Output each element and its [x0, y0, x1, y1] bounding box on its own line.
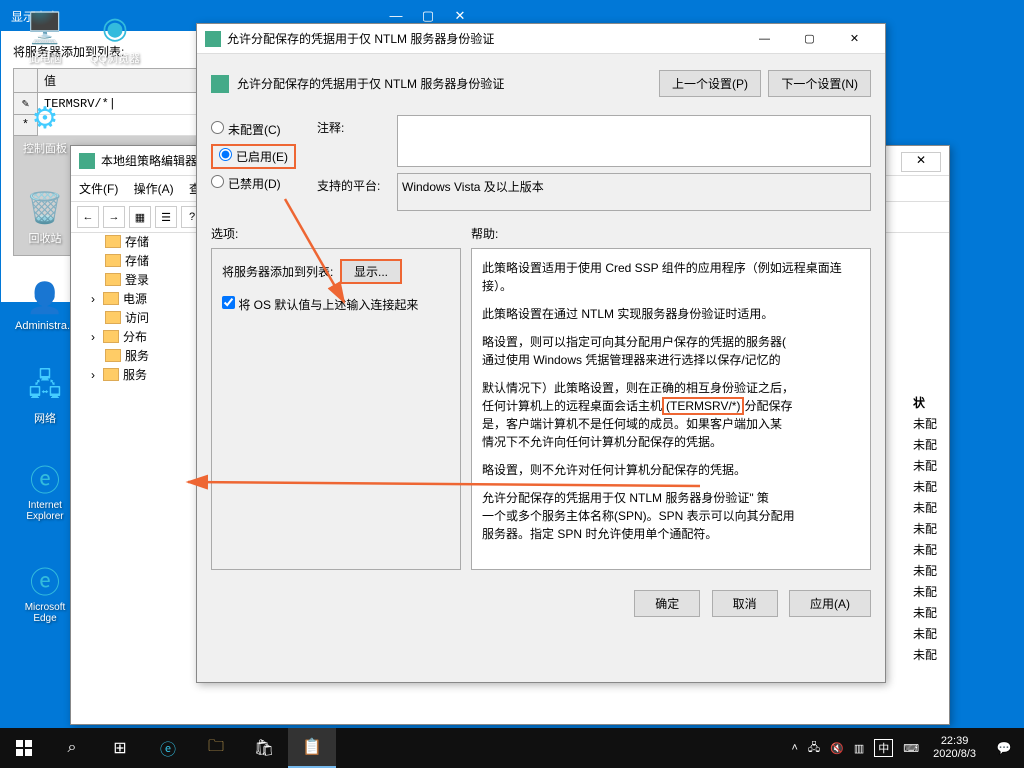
search-button[interactable]: ⌕: [48, 728, 96, 768]
network-icon: 🖧: [25, 368, 65, 408]
row-header: [14, 69, 38, 93]
user-icon: 👤: [25, 278, 65, 318]
termsrv-highlight: (TERMSRV/*): [662, 397, 744, 415]
action-center-button[interactable]: 💬: [984, 728, 1024, 768]
desktop-icon-recycle[interactable]: 🗑️ 回收站: [15, 188, 75, 246]
desktop-icon-network[interactable]: 🖧 网络: [15, 368, 75, 426]
store-taskbar[interactable]: 🛍: [240, 728, 288, 768]
policy-icon: [211, 75, 229, 93]
volume-tray-icon[interactable]: 🔇: [830, 742, 844, 755]
prev-setting-button[interactable]: 上一个设置(P): [659, 70, 761, 97]
help-label: 帮助:: [471, 225, 871, 242]
close-button[interactable]: ✕: [832, 24, 877, 54]
help-panel[interactable]: 此策略设置适用于使用 Cred SSP 组件的应用程序（例如远程桌面连接）。 此…: [471, 248, 871, 570]
radio-disabled[interactable]: 已禁用(D): [211, 171, 301, 196]
radio-unconfigured[interactable]: 未配置(C): [211, 117, 301, 142]
policy-app-icon: [205, 31, 221, 47]
desktop-icon-admin[interactable]: 👤 Administra...: [15, 278, 75, 332]
ie-icon: ⓔ: [25, 458, 65, 498]
explorer-taskbar[interactable]: 🗀: [192, 728, 240, 768]
close-button[interactable]: ✕: [445, 8, 475, 24]
tb-fwd[interactable]: →: [103, 206, 125, 228]
menu-file[interactable]: 文件(F): [79, 182, 118, 196]
comment-label: 注释:: [317, 115, 397, 167]
options-panel: 将服务器添加到列表: 显示... 将 OS 默认值与上述输入连接起来: [211, 248, 461, 570]
minimize-button[interactable]: —: [742, 24, 787, 54]
gpedit-close[interactable]: ✕: [901, 152, 941, 172]
folder-icon: [103, 292, 119, 305]
maximize-button[interactable]: ▢: [413, 8, 443, 24]
tb-back[interactable]: ←: [77, 206, 99, 228]
folder-icon: [103, 368, 119, 381]
monitor-icon: 🖥️: [25, 8, 65, 48]
cancel-button[interactable]: 取消: [712, 590, 778, 617]
folder-icon: [105, 349, 121, 362]
tb-view[interactable]: ☰: [155, 206, 177, 228]
platform-text: Windows Vista 及以上版本: [397, 173, 871, 211]
folder-icon: [105, 311, 121, 324]
show-button[interactable]: 显示...: [340, 259, 402, 284]
desktop-icon-thispc[interactable]: 🖥️ 此电脑: [15, 8, 75, 66]
apply-button[interactable]: 应用(A): [789, 590, 871, 617]
policy-header: 允许分配保存的凭据用于仅 NTLM 服务器身份验证: [237, 75, 655, 92]
folder-icon: [105, 254, 121, 267]
options-label: 选项:: [211, 225, 461, 242]
taskbar[interactable]: ⌕ ⊞ ⓔ 🗀 🛍 📋 ˄ 🖧 🔇 ▥ 中 ⌨ 22:39 2020/8/3 💬: [0, 728, 1024, 768]
tb-up[interactable]: ▦: [129, 206, 151, 228]
radio-enabled[interactable]: 已启用(E): [211, 144, 296, 169]
desktop-icon-cpanel[interactable]: ⚙ 控制面板: [15, 98, 75, 156]
gpedit-app-icon: [79, 153, 95, 169]
start-button[interactable]: [0, 728, 48, 768]
system-tray[interactable]: ˄ 🖧 🔇 ▥ 中 ⌨: [785, 739, 925, 758]
desktop-icon-ie[interactable]: ⓔ Internet Explorer: [15, 458, 75, 522]
edge-icon: ⓔ: [25, 560, 65, 600]
maximize-button[interactable]: ▢: [787, 24, 832, 54]
network-tray-icon[interactable]: 🖧: [808, 739, 820, 758]
policy-dialog: 允许分配保存的凭据用于仅 NTLM 服务器身份验证 — ▢ ✕ 允许分配保存的凭…: [196, 23, 886, 683]
folder-icon: [103, 330, 119, 343]
recycle-icon: 🗑️: [25, 188, 65, 228]
comment-input[interactable]: [397, 115, 871, 167]
ok-button[interactable]: 确定: [634, 590, 700, 617]
windows-logo-icon: [16, 740, 32, 756]
folder-icon: [105, 235, 121, 248]
edge-taskbar[interactable]: ⓔ: [144, 728, 192, 768]
gpedit-list-right: 状 未配 未配 未配 未配 未配 未配 未配 未配 未配 未配 未配 未配: [913, 392, 943, 665]
minimize-button[interactable]: —: [381, 8, 411, 24]
desktop-icon-qq[interactable]: ◉ QQ浏览器: [85, 8, 145, 66]
browser-icon: ◉: [95, 8, 135, 48]
monitor-tray-icon[interactable]: ▥: [854, 742, 864, 755]
taskview-button[interactable]: ⊞: [96, 728, 144, 768]
link-checkbox[interactable]: 将 OS 默认值与上述输入连接起来: [222, 296, 450, 313]
menu-action[interactable]: 操作(A): [134, 182, 174, 196]
ime-indicator[interactable]: 中: [874, 739, 893, 757]
next-setting-button[interactable]: 下一个设置(N): [768, 70, 871, 97]
desktop-icon-edge[interactable]: ⓔ Microsoft Edge: [15, 560, 75, 624]
server-list-label: 将服务器添加到列表:: [222, 265, 333, 279]
folder-icon: [105, 273, 121, 286]
gpedit-taskbar[interactable]: 📋: [288, 728, 336, 768]
control-panel-icon: ⚙: [25, 98, 65, 138]
keyboard-tray-icon[interactable]: ⌨: [903, 742, 919, 755]
policy-titlebar[interactable]: 允许分配保存的凭据用于仅 NTLM 服务器身份验证 — ▢ ✕: [197, 24, 885, 54]
tray-up-icon[interactable]: ˄: [791, 742, 797, 754]
platform-label: 支持的平台:: [317, 173, 397, 211]
clock[interactable]: 22:39 2020/8/3: [925, 735, 984, 761]
